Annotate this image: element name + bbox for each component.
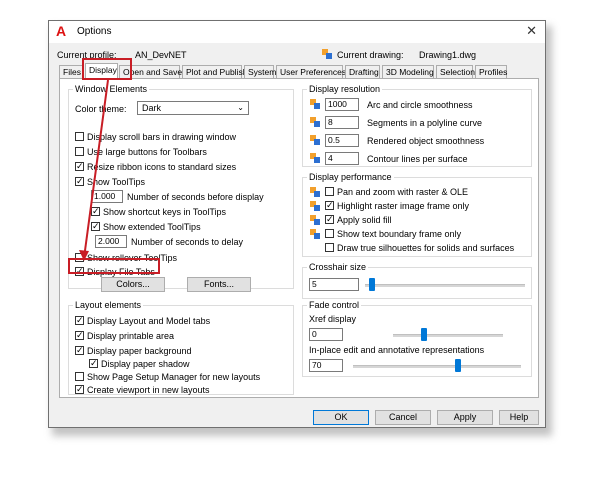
annotation-arrow	[79, 79, 109, 261]
annotation-arrow-line	[83, 79, 109, 259]
annotation-arrow-head	[79, 250, 89, 261]
